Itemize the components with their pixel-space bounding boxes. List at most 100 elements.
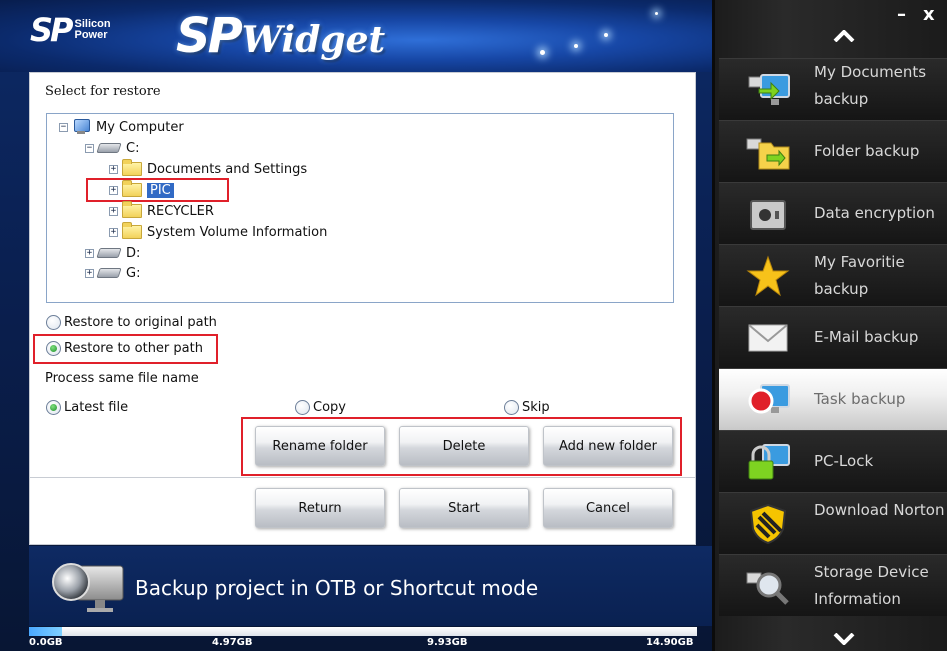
folder-icon xyxy=(122,222,142,239)
capacity-fill xyxy=(29,627,63,636)
divider xyxy=(30,477,695,478)
radio-button[interactable] xyxy=(46,315,61,330)
copy-radio[interactable]: Copy xyxy=(295,400,346,415)
tree-label: D: xyxy=(126,245,141,261)
app-header: SP Silicon Power SP Widget xyxy=(0,0,712,72)
sidebar-item-label: Storage Device Information xyxy=(814,563,929,608)
minimize-button[interactable]: – xyxy=(897,4,906,25)
task-icon xyxy=(748,384,790,414)
collapse-icon[interactable]: − xyxy=(85,143,94,153)
tree-label: RECYCLER xyxy=(147,203,214,219)
drive-icon xyxy=(96,268,122,278)
tree-label: System Volume Information xyxy=(147,224,328,240)
sidebar-item-email-backup[interactable]: E-Mail backup xyxy=(719,306,947,368)
sidebar-item-label: Download Norton xyxy=(814,501,945,519)
tree-label: C: xyxy=(126,140,140,156)
tree-node-drive-d[interactable]: + D: xyxy=(85,244,140,262)
sidebar-item-label: Task backup xyxy=(814,390,906,408)
radio-label: Restore to original path xyxy=(64,315,217,330)
rename-folder-button[interactable]: Rename folder xyxy=(255,426,385,466)
capacity-bar: 0.0GB 4.97GB 9.93GB 14.90GB xyxy=(29,626,697,651)
sidebar-item-my-documents[interactable]: My Documents backup xyxy=(719,58,947,120)
sparkle-decoration xyxy=(604,33,608,37)
tree-node-drive-g[interactable]: + G: xyxy=(85,264,140,282)
logo-mark: SP xyxy=(30,11,73,49)
norton-shield-icon xyxy=(749,503,787,545)
star-icon xyxy=(746,255,790,297)
app-title: SP Widget xyxy=(176,8,385,64)
scroll-down-icon[interactable] xyxy=(833,633,855,645)
return-button[interactable]: Return xyxy=(255,488,385,528)
capacity-label: 4.97GB xyxy=(212,637,253,648)
drive-icon xyxy=(96,248,122,258)
sidebar-item-folder-backup[interactable]: Folder backup xyxy=(719,120,947,182)
silicon-power-logo: SP Silicon Power xyxy=(30,14,111,46)
app-title-prefix: SP xyxy=(176,8,243,64)
sidebar-item-label: Data encryption xyxy=(814,204,935,222)
tree-label: My Computer xyxy=(96,119,184,135)
info-text: Backup project in OTB or Shortcut mode xyxy=(135,576,539,600)
radio-button-checked[interactable] xyxy=(46,400,61,415)
folder-icon xyxy=(122,201,142,218)
close-button[interactable]: x xyxy=(923,4,935,25)
expand-icon[interactable]: + xyxy=(85,248,94,258)
radio-button[interactable] xyxy=(504,400,519,415)
sidebar-item-data-encryption[interactable]: Data encryption xyxy=(719,182,947,244)
cancel-button[interactable]: Cancel xyxy=(543,488,673,528)
process-same-file-label: Process same file name xyxy=(45,371,199,386)
radio-label: Copy xyxy=(313,400,346,415)
tree-node-folder[interactable]: + System Volume Information xyxy=(109,222,328,241)
sparkle-decoration xyxy=(540,50,545,55)
sidebar-item-task-backup[interactable]: Task backup xyxy=(719,368,947,430)
collapse-icon[interactable]: − xyxy=(59,122,68,132)
info-band: Backup project in OTB or Shortcut mode xyxy=(29,546,712,626)
expand-icon[interactable]: + xyxy=(109,206,118,216)
lock-icon xyxy=(748,444,790,480)
app-title-suffix: Widget xyxy=(241,19,386,61)
sidebar-item-label: My Favoritie backup xyxy=(814,253,905,298)
capacity-label: 0.0GB xyxy=(29,637,63,648)
storage-info-icon xyxy=(746,572,789,605)
sidebar-item-pc-lock[interactable]: PC-Lock xyxy=(719,430,947,492)
folder-tree[interactable]: − My Computer − C: + Documents and Setti… xyxy=(46,113,674,303)
delete-button[interactable]: Delete xyxy=(399,426,529,466)
envelope-icon xyxy=(748,324,788,352)
tree-node-drive-c[interactable]: − C: xyxy=(85,139,139,157)
highlight-box xyxy=(86,178,229,202)
sidebar-item-label: E-Mail backup xyxy=(814,328,919,346)
tree-label: G: xyxy=(126,265,141,281)
sparkle-decoration xyxy=(574,44,578,48)
sidebar-item-download-norton[interactable]: Download Norton xyxy=(719,492,947,554)
capacity-label: 14.90GB xyxy=(646,637,694,648)
tree-node-my-computer[interactable]: − My Computer xyxy=(59,118,184,136)
add-new-folder-button[interactable]: Add new folder xyxy=(543,426,673,466)
sidebar-item-label: My Documents backup xyxy=(814,63,927,108)
capacity-label: 9.93GB xyxy=(427,637,468,648)
safe-icon xyxy=(750,200,786,230)
tree-node-folder[interactable]: + Documents and Settings xyxy=(109,159,308,178)
restore-panel: Select for restore − My Computer − C: + … xyxy=(29,72,696,545)
monitor-icon xyxy=(52,563,124,612)
tree-node-folder[interactable]: + RECYCLER xyxy=(109,201,214,220)
radio-label: Skip xyxy=(522,400,550,415)
sp-widget-window: SP Silicon Power SP Widget Select for re… xyxy=(0,0,947,651)
expand-icon[interactable]: + xyxy=(109,164,118,174)
skip-radio[interactable]: Skip xyxy=(504,400,550,415)
radio-label: Latest file xyxy=(64,400,129,415)
expand-icon[interactable]: + xyxy=(109,227,118,237)
sidebar-item-label: Folder backup xyxy=(814,142,920,160)
scroll-up-icon[interactable] xyxy=(833,30,855,42)
drive-icon xyxy=(96,143,122,153)
feature-sidebar: – x My Documents backup Folder backup Da… xyxy=(712,0,947,651)
latest-file-radio[interactable]: Latest file xyxy=(46,400,128,415)
radio-button[interactable] xyxy=(295,400,310,415)
logo-line-2: Power xyxy=(74,29,108,41)
tree-label: Documents and Settings xyxy=(147,161,308,177)
expand-icon[interactable]: + xyxy=(85,268,94,278)
sidebar-item-storage-info[interactable]: Storage Device Information xyxy=(719,554,947,616)
restore-original-radio[interactable]: Restore to original path xyxy=(46,315,217,330)
start-button[interactable]: Start xyxy=(399,488,529,528)
computer-icon xyxy=(72,119,90,135)
sidebar-item-my-favorite[interactable]: My Favoritie backup xyxy=(719,244,947,306)
my-documents-icon xyxy=(748,74,790,105)
